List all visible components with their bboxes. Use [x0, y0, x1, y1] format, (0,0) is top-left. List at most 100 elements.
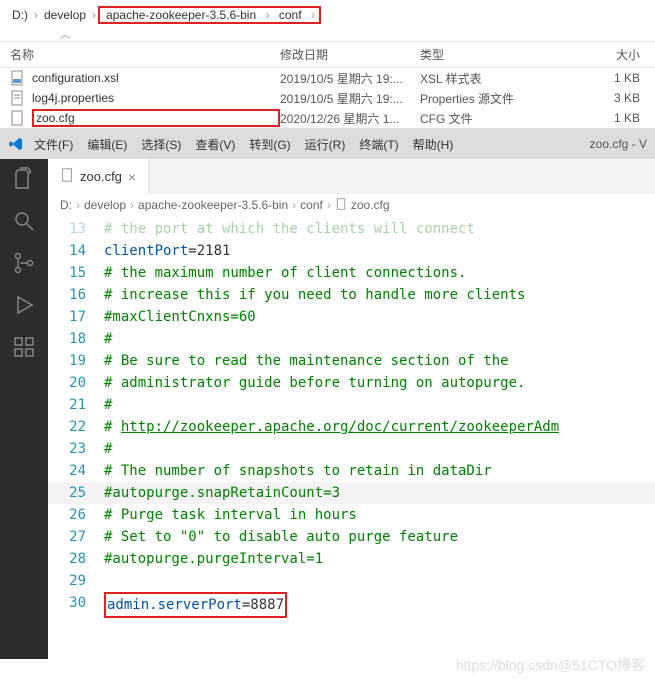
file-date: 2020/12/26 星期六 1...	[280, 110, 420, 127]
breadcrumb-conf[interactable]: conf	[275, 6, 306, 24]
code-text: # http://zookeeper.apache.org/doc/curren…	[104, 416, 559, 438]
vscode-logo-icon	[8, 136, 24, 152]
editor-breadcrumbs[interactable]: D: › develop › apache-zookeeper-3.5.6-bin ›…	[48, 194, 655, 216]
line-number: 22	[48, 416, 104, 438]
xsl-file-icon	[10, 70, 26, 86]
bc-item[interactable]: apache-zookeeper-3.5.6-bin	[138, 198, 288, 212]
menu-run[interactable]: 运行(R)	[305, 136, 346, 153]
breadcrumb-highlight: apache-zookeeper-3.5.6-bin › conf ›	[98, 6, 321, 24]
col-size[interactable]: 大小	[560, 46, 640, 63]
code-editor[interactable]: 13# the port at which the clients will c…	[48, 216, 655, 620]
code-text: #	[104, 438, 112, 460]
line-number: 21	[48, 394, 104, 416]
chevron-icon: ›	[327, 198, 331, 212]
code-text: # the maximum number of client connectio…	[104, 262, 466, 284]
line-number: 29	[48, 570, 104, 592]
code-text: admin.serverPort=8887	[104, 592, 287, 618]
chevron-icon: ›	[92, 8, 96, 22]
chevron-icon: ›	[34, 8, 38, 22]
debug-icon[interactable]	[12, 293, 36, 317]
close-icon[interactable]: ×	[128, 169, 136, 185]
chevron-icon: ›	[311, 8, 315, 22]
explorer-icon[interactable]	[12, 167, 36, 191]
file-date: 2019/10/5 星期六 19:...	[280, 90, 420, 107]
line-number: 19	[48, 350, 104, 372]
line-number: 23	[48, 438, 104, 460]
line-number: 25	[48, 482, 104, 504]
bc-item[interactable]: zoo.cfg	[351, 198, 390, 212]
code-text: # The number of snapshots to retain in d…	[104, 460, 492, 482]
chevron-icon: ›	[76, 198, 80, 212]
vscode-window: 文件(F) 编辑(E) 选择(S) 查看(V) 转到(G) 运行(R) 终端(T…	[0, 128, 655, 659]
file-size: 1 KB	[560, 71, 640, 85]
file-icon	[335, 198, 347, 213]
editor-tab[interactable]: zoo.cfg ×	[48, 159, 149, 194]
file-icon	[60, 168, 74, 185]
col-type[interactable]: 类型	[420, 46, 560, 63]
line-number: 16	[48, 284, 104, 306]
code-text: # Set to "0" to disable auto purge featu…	[104, 526, 458, 548]
tabbar: zoo.cfg ×	[48, 159, 655, 194]
chevron-icon: ›	[130, 198, 134, 212]
bc-item[interactable]: develop	[84, 198, 126, 212]
menu-edit[interactable]: 编辑(E)	[87, 136, 127, 153]
explorer-columns: 名称 修改日期 类型 大小	[0, 41, 655, 68]
line-number: 17	[48, 306, 104, 328]
code-text: # the port at which the clients will con…	[104, 218, 475, 240]
line-number: 30	[48, 592, 104, 618]
cfg-file-icon	[10, 110, 26, 126]
breadcrumb-root[interactable]: D:)	[8, 6, 32, 24]
file-name: log4j.properties	[32, 91, 280, 105]
line-number: 27	[48, 526, 104, 548]
chevron-icon: ›	[266, 8, 270, 22]
file-type: Properties 源文件	[420, 90, 560, 107]
col-name[interactable]: 名称	[10, 46, 280, 63]
source-control-icon[interactable]	[12, 251, 36, 275]
menu-help[interactable]: 帮助(H)	[413, 136, 454, 153]
file-row[interactable]: zoo.cfg 2020/12/26 星期六 1... CFG 文件 1 KB	[0, 108, 655, 128]
properties-file-icon	[10, 90, 26, 106]
code-text: # Be sure to read the maintenance sectio…	[104, 350, 509, 372]
code-text: # Purge task interval in hours	[104, 504, 357, 526]
menu-goto[interactable]: 转到(G)	[249, 136, 290, 153]
file-size: 1 KB	[560, 111, 640, 125]
window-title: zoo.cfg - V	[590, 137, 647, 151]
code-text: #	[104, 394, 112, 416]
code-text: clientPort=2181	[104, 240, 230, 262]
col-date[interactable]: 修改日期	[280, 46, 420, 63]
bc-item[interactable]: D:	[60, 198, 72, 212]
code-text: #autopurge.snapRetainCount=3	[104, 482, 340, 504]
breadcrumb-develop[interactable]: develop	[40, 6, 90, 24]
menu-select[interactable]: 选择(S)	[141, 136, 181, 153]
menu-file[interactable]: 文件(F)	[34, 136, 73, 153]
code-text: #	[104, 328, 112, 350]
line-number: 24	[48, 460, 104, 482]
line-number: 14	[48, 240, 104, 262]
titlebar: 文件(F) 编辑(E) 选择(S) 查看(V) 转到(G) 运行(R) 终端(T…	[0, 129, 655, 159]
line-number: 13	[48, 218, 104, 240]
file-name: configuration.xsl	[32, 71, 280, 85]
tab-filename: zoo.cfg	[80, 169, 122, 184]
bc-item[interactable]: conf	[300, 198, 323, 212]
line-number: 20	[48, 372, 104, 394]
breadcrumb-zk[interactable]: apache-zookeeper-3.5.6-bin	[102, 6, 260, 24]
code-text: # administrator guide before turning on …	[104, 372, 525, 394]
line-number: 26	[48, 504, 104, 526]
highlight-box: admin.serverPort=8887	[104, 592, 287, 618]
file-name: zoo.cfg	[32, 109, 280, 127]
menu-view[interactable]: 查看(V)	[195, 136, 235, 153]
file-row[interactable]: configuration.xsl 2019/10/5 星期六 19:... X…	[0, 68, 655, 88]
code-text: # increase this if you need to handle mo…	[104, 284, 525, 306]
line-number: 18	[48, 328, 104, 350]
file-date: 2019/10/5 星期六 19:...	[280, 70, 420, 87]
search-icon[interactable]	[12, 209, 36, 233]
extensions-icon[interactable]	[12, 335, 36, 359]
file-type: XSL 样式表	[420, 70, 560, 87]
file-size: 3 KB	[560, 91, 640, 105]
menu-terminal[interactable]: 终端(T)	[359, 136, 398, 153]
file-row[interactable]: log4j.properties 2019/10/5 星期六 19:... Pr…	[0, 88, 655, 108]
code-text: #autopurge.purgeInterval=1	[104, 548, 323, 570]
line-number: 28	[48, 548, 104, 570]
code-text: #maxClientCnxns=60	[104, 306, 256, 328]
chevron-icon: ›	[292, 198, 296, 212]
